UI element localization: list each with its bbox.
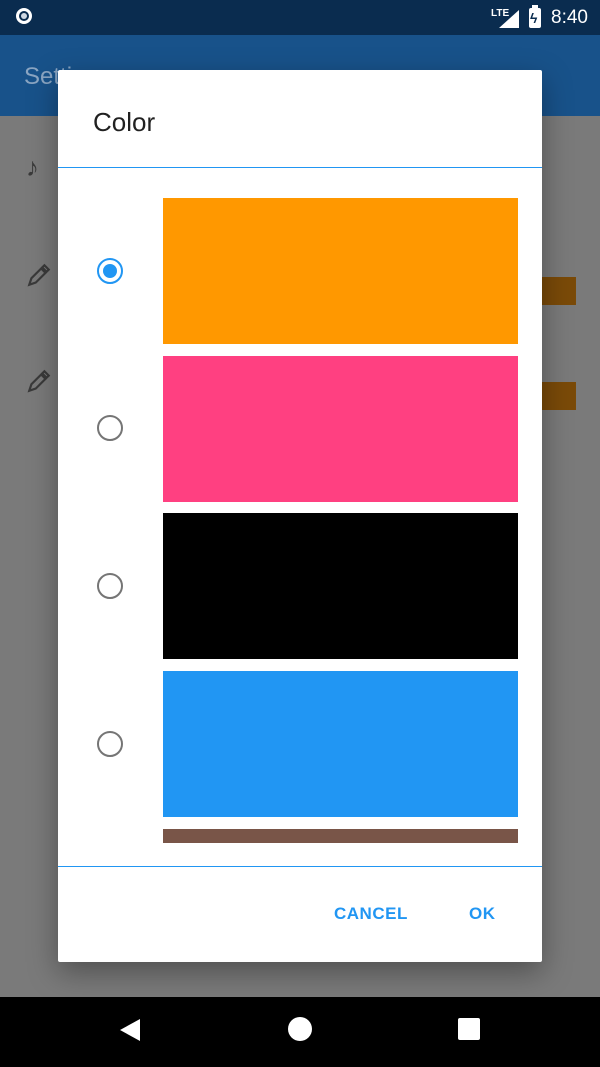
cancel-button[interactable]: CANCEL	[334, 904, 408, 924]
eyedropper-icon	[26, 368, 52, 394]
home-icon[interactable]	[288, 1017, 312, 1041]
status-time: 8:40	[551, 6, 588, 28]
divider	[58, 866, 542, 867]
eyedropper-icon	[26, 262, 52, 288]
divider	[58, 167, 542, 168]
color-preview	[542, 277, 576, 305]
battery-charging-icon	[529, 4, 542, 28]
color-dialog: Color CANCEL OK	[58, 70, 542, 962]
radio-button[interactable]	[97, 731, 123, 757]
color-preview	[542, 382, 576, 410]
color-swatch[interactable]	[163, 356, 518, 502]
color-option-brown[interactable]	[58, 829, 542, 843]
color-option-black[interactable]	[58, 513, 542, 659]
back-icon[interactable]	[120, 1019, 140, 1041]
color-option-blue[interactable]	[58, 671, 542, 817]
notification-icon	[16, 8, 32, 24]
color-swatch[interactable]	[163, 198, 518, 344]
navigation-bar	[0, 997, 600, 1067]
radio-button[interactable]	[97, 573, 123, 599]
ok-button[interactable]: OK	[469, 904, 496, 924]
lte-signal-icon: LTE	[491, 8, 520, 28]
status-bar: LTE 8:40	[0, 0, 600, 35]
radio-button[interactable]	[97, 415, 123, 441]
color-swatch[interactable]	[163, 671, 518, 817]
color-option-orange[interactable]	[58, 198, 542, 344]
music-note-icon: ♪	[26, 152, 39, 182]
color-swatch[interactable]	[163, 829, 518, 843]
color-swatch[interactable]	[163, 513, 518, 659]
recents-icon[interactable]	[458, 1018, 480, 1040]
status-icons: LTE 8:40	[491, 0, 588, 35]
radio-button-selected[interactable]	[97, 258, 123, 284]
color-option-pink[interactable]	[58, 356, 542, 502]
dialog-title: Color	[93, 107, 156, 137]
